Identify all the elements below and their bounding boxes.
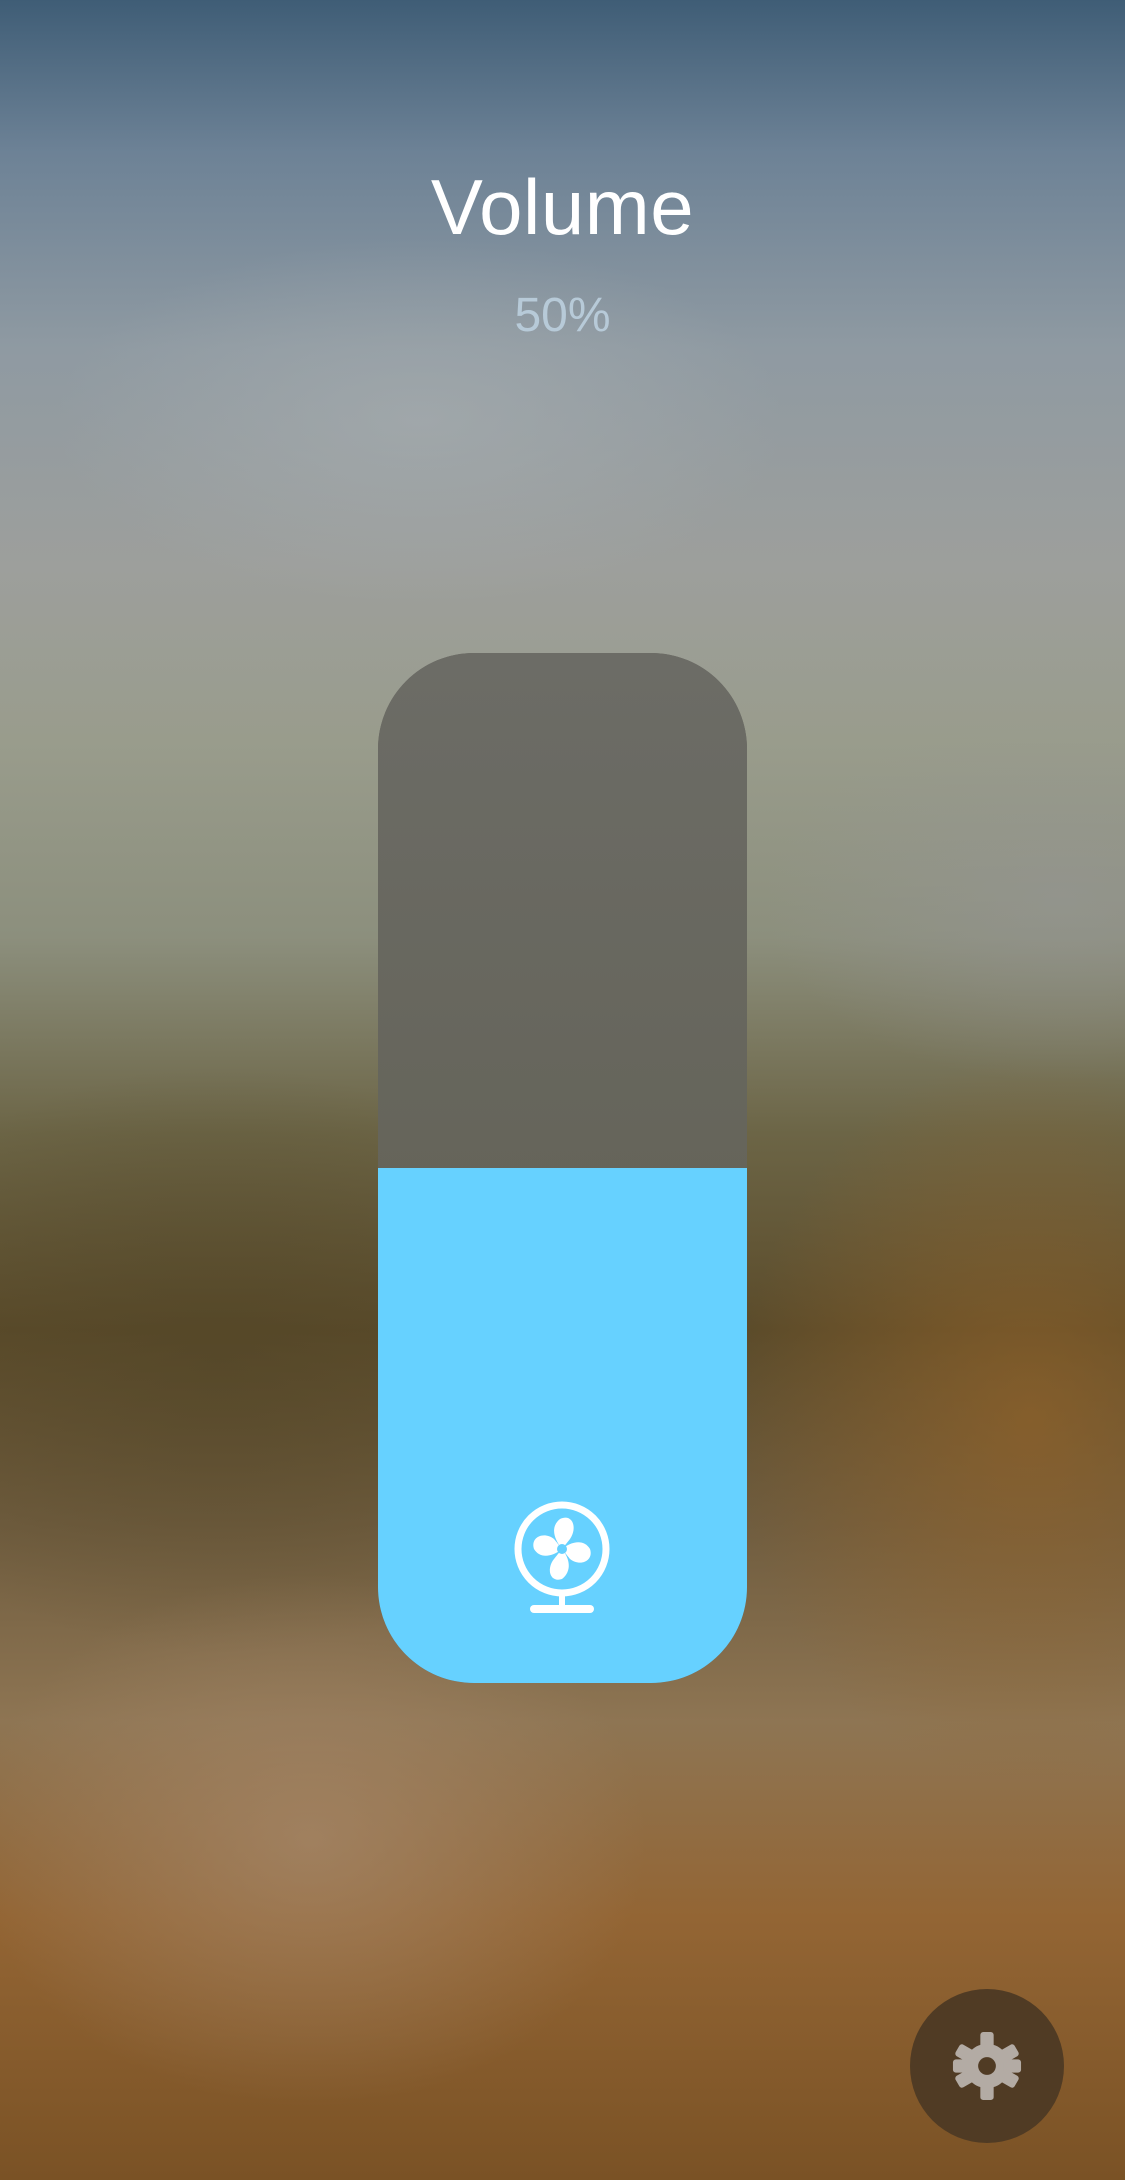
- volume-slider[interactable]: [378, 653, 747, 1683]
- screen: Volume 50%: [0, 0, 1125, 2180]
- settings-button[interactable]: [910, 1989, 1064, 2143]
- fan-icon: [514, 1501, 610, 1613]
- page-title: Volume: [430, 163, 695, 251]
- volume-percent-label: 50%: [514, 289, 611, 342]
- gear-icon: [952, 2031, 1022, 2101]
